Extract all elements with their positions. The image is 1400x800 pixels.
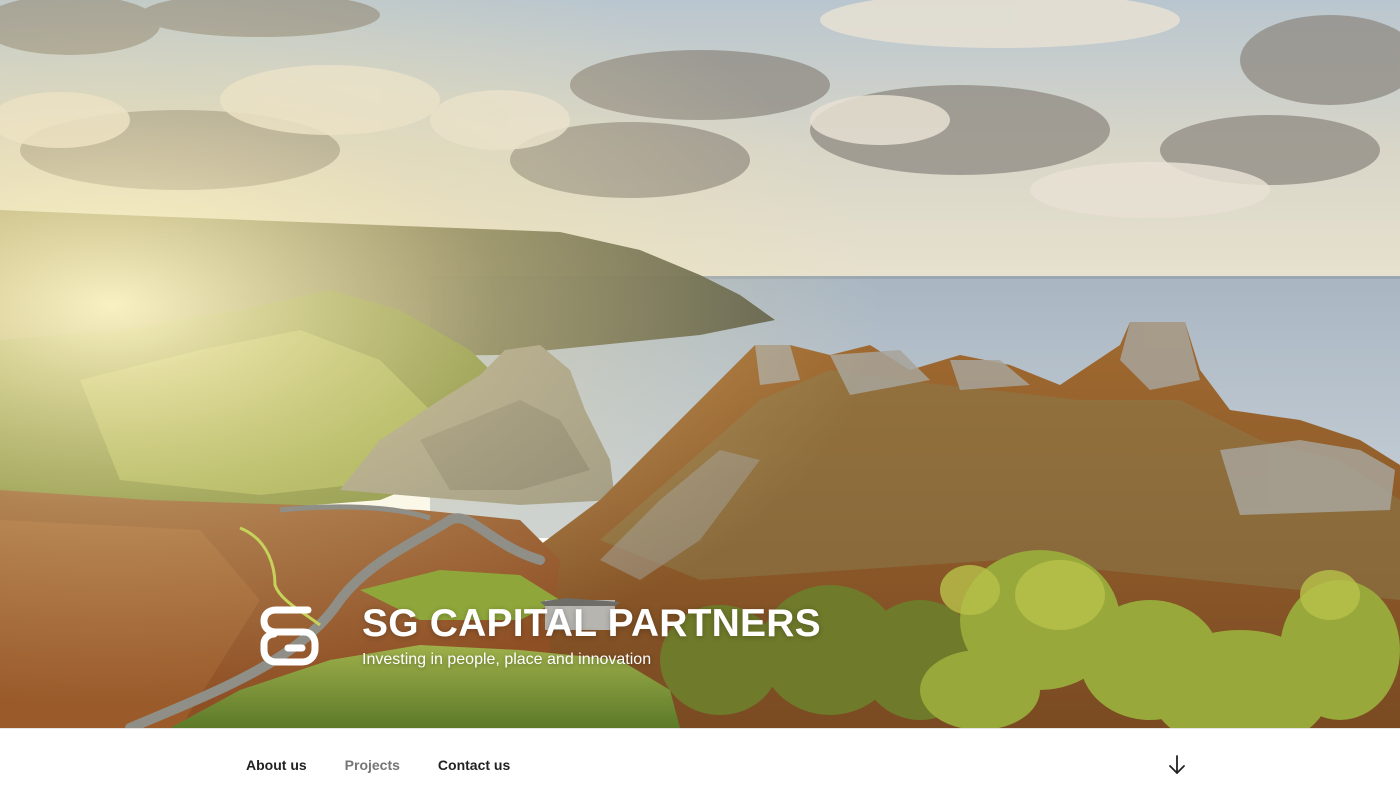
scroll-down-button[interactable] — [1166, 753, 1188, 777]
sg-logo-mark — [260, 606, 319, 666]
arrow-down-icon — [1169, 755, 1185, 774]
brand-text: SG CAPITAL PARTNERS Investing in people,… — [362, 600, 821, 670]
nav-menu: About us Projects Contact us — [246, 729, 548, 800]
site-tagline: Investing in people, place and innovatio… — [362, 651, 652, 668]
nav-item-about-us[interactable]: About us — [246, 757, 307, 773]
sg-monogram-logo[interactable] — [258, 602, 320, 668]
nav-item-contact-us[interactable]: Contact us — [438, 757, 510, 773]
site-title[interactable]: SG CAPITAL PARTNERS — [362, 600, 821, 648]
main-navigation: About us Projects Contact us — [0, 728, 1400, 800]
hero-header: SG CAPITAL PARTNERS Investing in people,… — [0, 0, 1400, 728]
site-branding: SG CAPITAL PARTNERS Investing in people,… — [258, 600, 821, 670]
nav-item-projects[interactable]: Projects — [345, 757, 400, 773]
